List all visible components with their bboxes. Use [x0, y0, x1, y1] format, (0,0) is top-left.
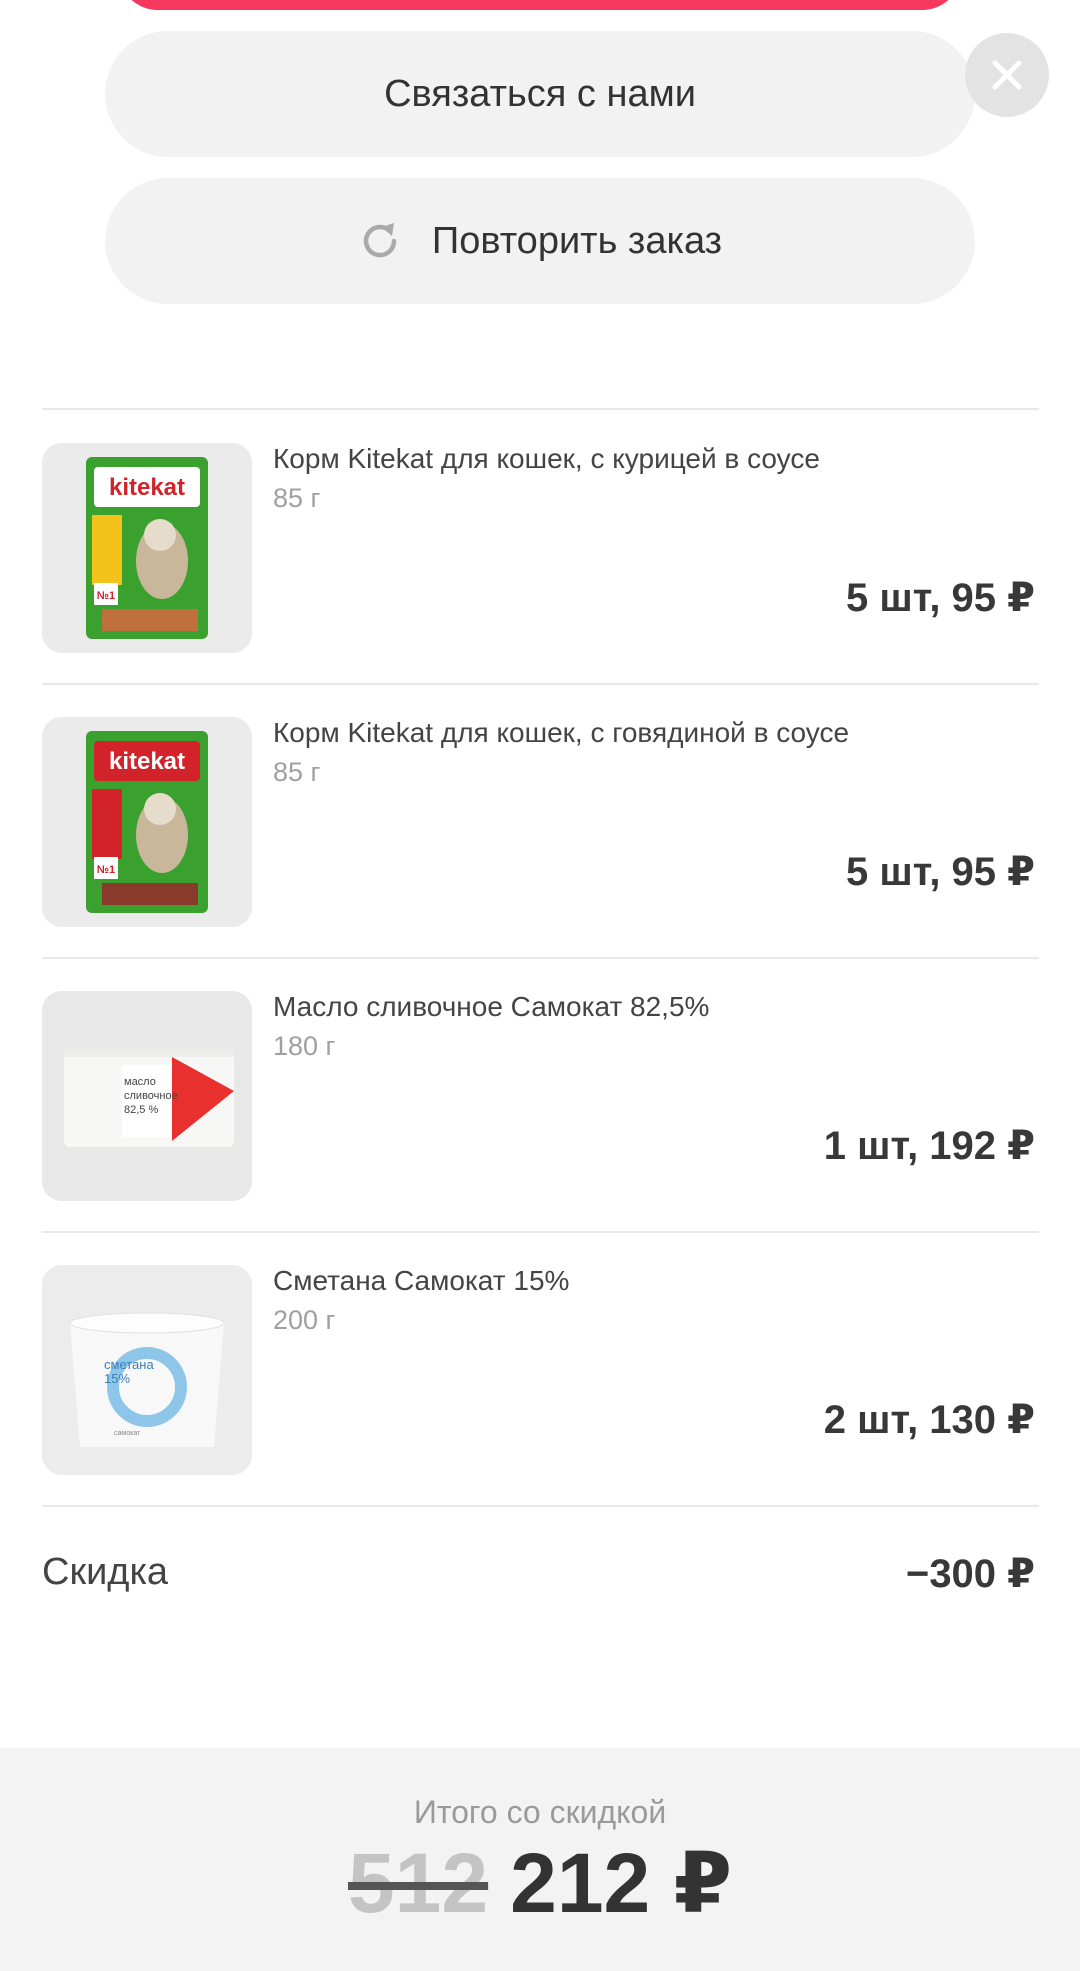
item-name: Сметана Самокат 15%: [273, 1265, 570, 1296]
discount-row: Скидка −300 ₽: [42, 1545, 1035, 1605]
total-label: Итого со скидкой: [413, 1794, 667, 1830]
svg-text:масло: масло: [124, 1076, 156, 1088]
svg-text:сметана: сметана: [104, 1357, 154, 1372]
item-name: Масло сливочное Самокат 82,5%: [273, 991, 710, 1022]
item-weight: 85 г: [273, 483, 321, 513]
new-total-price: 212 ₽: [510, 1836, 733, 1930]
item-name: Корм Kitekat для кошек, с курицей в соус…: [273, 443, 820, 474]
item-price: 5 шт, 95 ₽: [846, 576, 1035, 620]
svg-text:№1: №1: [97, 590, 115, 602]
sour-cream-cup-image: сметана 15% самокат: [42, 1265, 252, 1475]
close-button[interactable]: [965, 33, 1049, 117]
svg-text:самокат: самокат: [114, 1430, 141, 1437]
primary-action-button-edge[interactable]: [118, 0, 962, 10]
discount-value: −300 ₽: [905, 1552, 1035, 1596]
total-row: 512 212 ₽: [0, 1834, 1080, 1932]
item-weight: 200 г: [273, 1305, 336, 1335]
close-icon: [992, 60, 1022, 90]
kitekat-beef-pouch-image: kitekat №1: [42, 717, 252, 927]
order-item[interactable]: kitekat №1 Корм Kitekat для кошек, с кур…: [42, 409, 1039, 681]
item-price: 5 шт, 95 ₽: [846, 850, 1035, 894]
order-item[interactable]: сметана 15% самокат Сметана Самокат 15% …: [42, 1231, 1039, 1503]
order-item[interactable]: масло сливочное 82,5 % Масло сливочное С…: [42, 957, 1039, 1229]
kitekat-logo-text: kitekat: [109, 748, 185, 775]
svg-text:сливочное: сливочное: [124, 1090, 178, 1102]
item-name: Корм Kitekat для кошек, с говядиной в со…: [273, 717, 850, 748]
discount-label: Скидка: [42, 1551, 169, 1593]
kitekat-logo-text: kitekat: [109, 474, 185, 501]
contact-us-button[interactable]: Связаться с нами: [105, 31, 975, 157]
product-image: kitekat №1: [42, 443, 252, 653]
old-total-price: 512: [347, 1836, 489, 1930]
divider: [42, 1505, 1039, 1507]
order-total-footer: Итого со скидкой 512 212 ₽: [0, 1748, 1080, 1971]
item-price: 1 шт, 192 ₽: [823, 1124, 1035, 1168]
order-details-sheet: Связаться с нами Повторить заказ kitekat…: [0, 0, 1080, 1971]
product-image: kitekat №1: [42, 717, 252, 927]
order-item[interactable]: kitekat №1 Корм Kitekat для кошек, с гов…: [42, 683, 1039, 955]
repeat-order-label: Повторить заказ: [431, 219, 723, 262]
product-image: сметана 15% самокат: [42, 1265, 252, 1475]
svg-text:15%: 15%: [104, 1371, 130, 1386]
item-price: 2 шт, 130 ₽: [823, 1398, 1035, 1442]
repeat-order-button[interactable]: Повторить заказ: [105, 178, 975, 304]
product-image: масло сливочное 82,5 %: [42, 991, 252, 1201]
refresh-icon: [363, 223, 397, 258]
butter-pack-image: масло сливочное 82,5 %: [42, 991, 252, 1201]
svg-text:82,5 %: 82,5 %: [124, 1104, 158, 1116]
item-weight: 85 г: [273, 757, 321, 787]
item-weight: 180 г: [273, 1031, 336, 1061]
contact-us-label: Связаться с нами: [384, 72, 696, 115]
svg-text:№1: №1: [97, 864, 115, 876]
kitekat-chicken-pouch-image: kitekat №1: [42, 443, 252, 653]
